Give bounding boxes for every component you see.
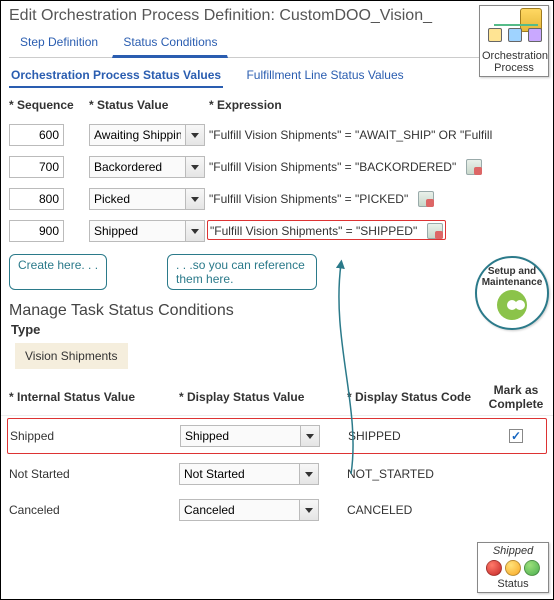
display-status-select[interactable]	[180, 425, 300, 447]
expression-builder-icon[interactable]	[418, 191, 434, 207]
display-status-code: CANCELED	[347, 503, 487, 517]
traffic-light-icon	[480, 557, 546, 578]
internal-status-value: Not Started	[9, 467, 179, 481]
orchestration-badge-label: Orchestration Process	[482, 50, 546, 74]
sequence-input[interactable]	[9, 220, 64, 242]
sequence-input[interactable]	[9, 124, 64, 146]
status-values-header: Sequence Status Value Expression	[1, 92, 553, 116]
chevron-down-icon	[305, 508, 313, 513]
task-status-header: Internal Status Value Display Status Val…	[1, 379, 553, 416]
col-status-value: Status Value	[89, 98, 209, 112]
status-row: "Fulfill Vision Shipments" = "AWAIT_SHIP…	[1, 122, 553, 148]
expression-text: "Fulfill Vision Shipments" = "SHIPPED"	[210, 224, 417, 238]
status-badge-title: Shipped	[480, 545, 546, 557]
subtab-orch-status-values[interactable]: Orchestration Process Status Values	[9, 64, 223, 88]
expression-text: "Fulfill Vision Shipments" = "AWAIT_SHIP…	[209, 128, 492, 142]
setup-badge-label: Setup and Maintenance	[479, 266, 545, 288]
subtab-fulfillment-line-status-values[interactable]: Fulfillment Line Status Values	[244, 64, 405, 86]
sub-tabs: Orchestration Process Status Values Fulf…	[1, 58, 553, 92]
type-label: Type	[1, 322, 553, 343]
display-status-select[interactable]	[179, 463, 299, 485]
status-row: "Fulfill Vision Shipments" = "BACKORDERE…	[1, 154, 553, 180]
status-badge: Shipped Status	[477, 542, 549, 593]
status-row: "Fulfill Vision Shipments" = "SHIPPED"	[1, 218, 553, 244]
display-status-dropdown-button[interactable]	[300, 425, 320, 447]
create-here-callout: Create here. . .	[9, 254, 107, 290]
main-tabs: Step Definition Status Conditions	[9, 29, 545, 58]
col-mark-complete: Mark as Complete	[487, 383, 545, 411]
task-status-row: Not Started NOT_STARTED	[1, 456, 553, 492]
tab-status-conditions[interactable]: Status Conditions	[112, 30, 228, 58]
chevron-down-icon	[191, 197, 199, 202]
status-badge-label: Status	[480, 578, 546, 590]
status-value-select[interactable]	[89, 188, 185, 210]
display-status-code: NOT_STARTED	[347, 467, 487, 481]
task-status-row: Shipped SHIPPED	[7, 418, 547, 454]
display-status-select[interactable]	[179, 499, 299, 521]
mark-complete-checkbox[interactable]	[509, 429, 523, 443]
expression-text: "Fulfill Vision Shipments" = "BACKORDERE…	[209, 160, 456, 174]
display-status-dropdown-button[interactable]	[299, 463, 319, 485]
setup-maintenance-badge: Setup and Maintenance	[475, 256, 549, 330]
task-status-row: Canceled CANCELED	[1, 492, 553, 528]
status-value-select[interactable]	[89, 220, 185, 242]
status-value-select[interactable]	[89, 124, 185, 146]
status-row: "Fulfill Vision Shipments" = "PICKED"	[1, 186, 553, 212]
type-value-chip[interactable]: Vision Shipments	[15, 343, 128, 369]
reference-here-callout: . . .so you can reference them here.	[167, 254, 317, 290]
page-title: Edit Orchestration Process Definition: C…	[9, 7, 545, 25]
status-value-dropdown-button[interactable]	[185, 156, 205, 178]
status-value-dropdown-button[interactable]	[185, 220, 205, 242]
tab-step-definition[interactable]: Step Definition	[9, 30, 109, 55]
status-value-select[interactable]	[89, 156, 185, 178]
expression-builder-icon[interactable]	[466, 159, 482, 175]
chevron-down-icon	[191, 165, 199, 170]
sequence-input[interactable]	[9, 156, 64, 178]
manage-task-status-title: Manage Task Status Conditions	[1, 298, 553, 322]
chevron-down-icon	[191, 133, 199, 138]
display-status-code: SHIPPED	[348, 429, 488, 443]
status-value-dropdown-button[interactable]	[185, 124, 205, 146]
expression-builder-icon[interactable]	[427, 223, 443, 239]
orchestration-process-badge: Orchestration Process	[479, 5, 549, 77]
chevron-down-icon	[305, 472, 313, 477]
col-expression: Expression	[209, 98, 545, 112]
col-display-status: Display Status Value	[179, 390, 347, 404]
col-sequence: Sequence	[9, 98, 89, 112]
col-internal-status: Internal Status Value	[9, 390, 179, 404]
chevron-down-icon	[306, 434, 314, 439]
internal-status-value: Shipped	[10, 429, 180, 443]
gear-icon	[497, 290, 527, 320]
internal-status-value: Canceled	[9, 503, 179, 517]
sequence-input[interactable]	[9, 188, 64, 210]
chevron-down-icon	[191, 229, 199, 234]
expression-text: "Fulfill Vision Shipments" = "PICKED"	[209, 192, 408, 206]
display-status-dropdown-button[interactable]	[299, 499, 319, 521]
col-display-code: Display Status Code	[347, 390, 487, 404]
orchestration-process-icon	[486, 8, 542, 48]
status-value-dropdown-button[interactable]	[185, 188, 205, 210]
